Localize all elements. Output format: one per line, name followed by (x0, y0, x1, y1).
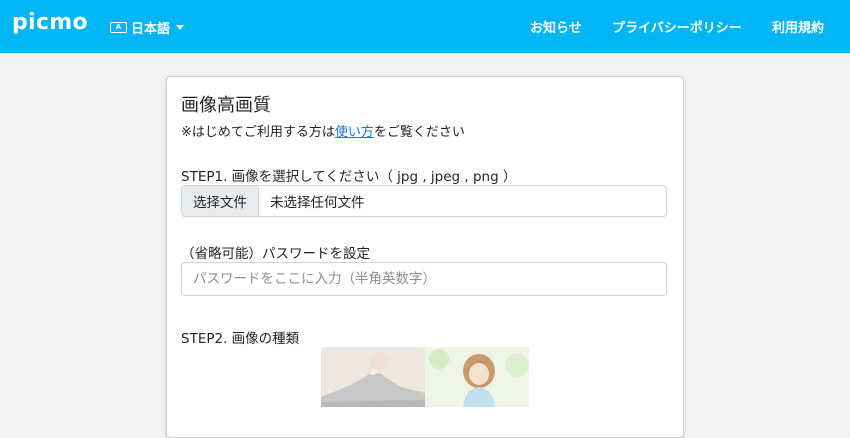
password-label: （省略可能）パスワードを設定 (181, 246, 370, 262)
note-suffix: をご覧ください (373, 125, 465, 140)
step2-label: STEP2. 画像の種類 (181, 331, 300, 347)
usage-guide-link[interactable]: 使い方 (335, 125, 374, 140)
nav-terms-link[interactable]: 利用規約 (772, 17, 824, 36)
nav-privacy-link[interactable]: プライバシーポリシー (612, 17, 742, 36)
image-file-input[interactable]: 选择文件 未选择任何文件 (181, 185, 667, 217)
language-selector[interactable]: A 日本語 (110, 17, 185, 37)
anime-illustration-thumbnail (425, 347, 529, 407)
language-icon: A (110, 21, 127, 33)
step1-label: STEP1. 画像を選択してください（ jpg , jpeg , png ） (181, 169, 517, 185)
brand-logo[interactable]: picmo (12, 10, 88, 35)
choose-file-button[interactable]: 选择文件 (182, 186, 259, 216)
file-name-text: 未选择任何文件 (270, 195, 365, 211)
mountain-photo-thumbnail (321, 347, 425, 407)
navbar: picmo A 日本語 お知らせ プライバシーポリシー 利用規約 (0, 0, 850, 53)
language-label: 日本語 (131, 21, 171, 37)
chevron-down-icon (176, 24, 185, 30)
image-type-anime-option[interactable] (425, 347, 529, 407)
image-type-options (321, 347, 529, 407)
usage-note: ※はじめてご利用する方は使い方をご覧ください (181, 121, 465, 140)
upscale-card: 画像高画質 ※はじめてご利用する方は使い方をご覧ください STEP1. 画像を選… (166, 76, 684, 438)
image-type-photo-option[interactable] (321, 347, 425, 407)
nav-news-link[interactable]: お知らせ (530, 17, 582, 36)
card-title: 画像高画質 (181, 95, 271, 116)
note-prefix: ※はじめてご利用する方は (181, 125, 335, 140)
password-input[interactable] (181, 262, 667, 296)
